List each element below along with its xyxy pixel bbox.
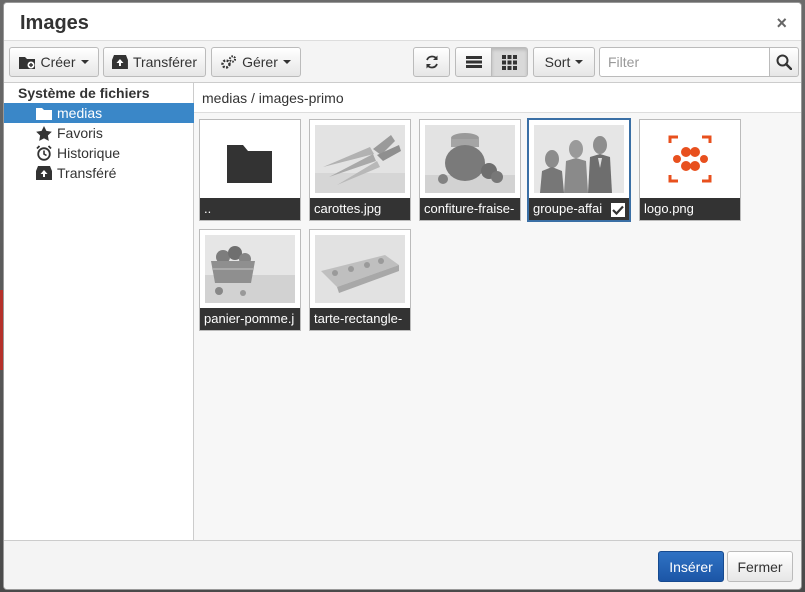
chevron-down-icon (80, 60, 89, 64)
sidebar-item-label: Favoris (57, 125, 103, 141)
thumbnail (645, 125, 735, 193)
business-group-image (534, 125, 624, 193)
thumbnail (205, 125, 295, 193)
alarm-clock-icon (36, 145, 52, 161)
file-tile-carottes[interactable]: carottes.jpg (309, 119, 411, 221)
filter-input[interactable] (599, 47, 770, 77)
sidebar-item-medias[interactable]: medias (4, 103, 194, 123)
thumbnail (534, 125, 624, 193)
create-button[interactable]: Créer (9, 47, 99, 77)
selected-check-icon (610, 202, 626, 218)
refresh-button[interactable] (413, 47, 450, 77)
sort-label: Sort (544, 54, 571, 70)
gears-icon (221, 55, 237, 69)
sidebar-item-label: Historique (57, 145, 121, 161)
close-icon[interactable]: × (776, 13, 787, 34)
logo-image (668, 135, 712, 183)
chevron-down-icon (575, 60, 584, 64)
list-icon (465, 56, 482, 68)
thumbnail (425, 125, 515, 193)
images-dialog: Images × Créer Transférer Gérer Sort Fil… (3, 2, 802, 590)
file-name: tarte-rectangle- (310, 308, 410, 330)
chevron-down-icon (282, 60, 291, 64)
file-name: .. (200, 198, 300, 220)
close-button[interactable]: Fermer (727, 551, 793, 582)
tart-image (315, 235, 405, 303)
search-icon (776, 54, 792, 70)
sidebar-item-label: medias (57, 105, 103, 121)
toolbar: Créer Transférer Gérer Sort (4, 41, 801, 83)
search-button[interactable] (769, 47, 799, 77)
upload-box-icon (36, 166, 52, 180)
star-icon (36, 125, 52, 141)
grid-icon (502, 54, 517, 70)
upload-button[interactable]: Transférer (103, 47, 206, 77)
dialog-footer: Insérer Fermer (4, 540, 801, 589)
sidebar-tree: Système de fichiers medias Favoris Histo… (4, 83, 194, 540)
file-name: panier-pomme.j (200, 308, 300, 330)
thumbnail (315, 125, 405, 193)
upload-box-icon (112, 55, 128, 69)
file-name: confiture-fraise- (420, 198, 520, 220)
checkmark-icon (612, 205, 624, 215)
manage-label: Gérer (242, 54, 278, 70)
apple-basket-image (205, 235, 295, 303)
folder-icon (36, 107, 52, 120)
breadcrumb: medias / images-primo (194, 83, 801, 113)
sidebar-item-transfere[interactable]: Transféré (4, 163, 194, 183)
sort-button[interactable]: Sort (533, 47, 595, 77)
file-tile-tarte[interactable]: tarte-rectangle- (309, 229, 411, 331)
file-tile-groupe[interactable]: groupe-affai (527, 118, 631, 222)
file-browser: medias / images-primo .. carottes.jpg co… (194, 83, 801, 540)
dialog-title: Images (20, 12, 89, 34)
file-tile-parent[interactable]: .. (199, 119, 301, 221)
jam-jar-image (425, 125, 515, 193)
list-view-button[interactable] (455, 47, 492, 77)
refresh-icon (425, 55, 438, 69)
file-tile-confiture[interactable]: confiture-fraise- (419, 119, 521, 221)
thumbnail (205, 235, 295, 303)
sidebar-item-favoris[interactable]: Favoris (4, 123, 194, 143)
file-name: logo.png (640, 198, 740, 220)
sidebar-item-historique[interactable]: Historique (4, 143, 194, 163)
file-tile-panier[interactable]: panier-pomme.j (199, 229, 301, 331)
sidebar-item-label: Transféré (57, 165, 117, 181)
upload-label: Transférer (132, 54, 197, 70)
manage-button[interactable]: Gérer (211, 47, 301, 77)
thumbnail (315, 235, 405, 303)
grid-view-button[interactable] (491, 47, 528, 77)
folder-icon (227, 145, 272, 183)
new-folder-icon (19, 57, 36, 69)
tree-root-filesystem: Système de fichiers (18, 85, 150, 101)
file-tile-logo[interactable]: logo.png (639, 119, 741, 221)
carrots-image (315, 125, 405, 193)
create-label: Créer (40, 54, 76, 70)
dialog-titlebar: Images × (4, 3, 801, 41)
file-name: carottes.jpg (310, 198, 410, 220)
insert-button[interactable]: Insérer (658, 551, 724, 582)
